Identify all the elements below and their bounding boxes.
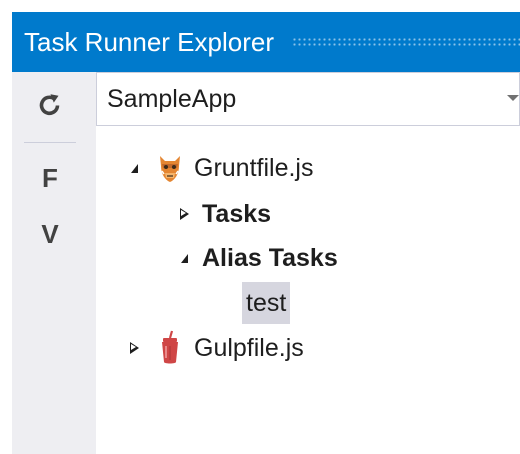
- tree-node-label: Gulpfile.js: [194, 333, 304, 362]
- tree-node-label: Tasks: [202, 199, 272, 228]
- tree-node-tasks[interactable]: Tasks: [172, 194, 271, 234]
- tree-node-label: test: [246, 288, 287, 317]
- tree-node-label: Gruntfile.js: [194, 153, 314, 182]
- title-drag-grip[interactable]: [292, 37, 520, 47]
- tree-node-test[interactable]: test: [242, 282, 291, 324]
- grunt-boar-icon: [152, 148, 188, 188]
- collapse-arrow-icon[interactable]: [172, 246, 196, 270]
- collapse-arrow-icon[interactable]: [122, 156, 146, 180]
- expand-arrow-icon[interactable]: [122, 336, 146, 360]
- left-toolbar: F V: [12, 72, 96, 454]
- toolbar-f-button[interactable]: F: [22, 154, 78, 202]
- chevron-down-icon[interactable]: [507, 95, 519, 101]
- expand-arrow-icon[interactable]: [172, 202, 196, 226]
- title-bar[interactable]: Task Runner Explorer: [12, 12, 520, 72]
- toolbar-v-button[interactable]: V: [22, 210, 78, 258]
- project-dropdown-value: SampleApp: [107, 84, 237, 113]
- task-runner-explorer-window: Task Runner Explorer F V SampleApp Grunt…: [12, 12, 520, 454]
- task-tree: Gruntfile.js Tasks Alias Tasks test Gulp…: [96, 126, 520, 454]
- tree-node-alias-tasks[interactable]: Alias Tasks: [172, 238, 338, 278]
- tree-node-gulpfile[interactable]: Gulpfile.js: [122, 328, 304, 368]
- refresh-icon: [39, 94, 60, 116]
- tree-node-gruntfile[interactable]: Gruntfile.js: [122, 148, 313, 188]
- refresh-button[interactable]: [22, 80, 78, 128]
- project-dropdown[interactable]: SampleApp: [96, 72, 520, 126]
- gulp-cup-icon: [152, 328, 188, 368]
- toolbar-separator: [24, 142, 76, 143]
- tree-node-label: Alias Tasks: [202, 243, 338, 272]
- window-title: Task Runner Explorer: [24, 26, 274, 57]
